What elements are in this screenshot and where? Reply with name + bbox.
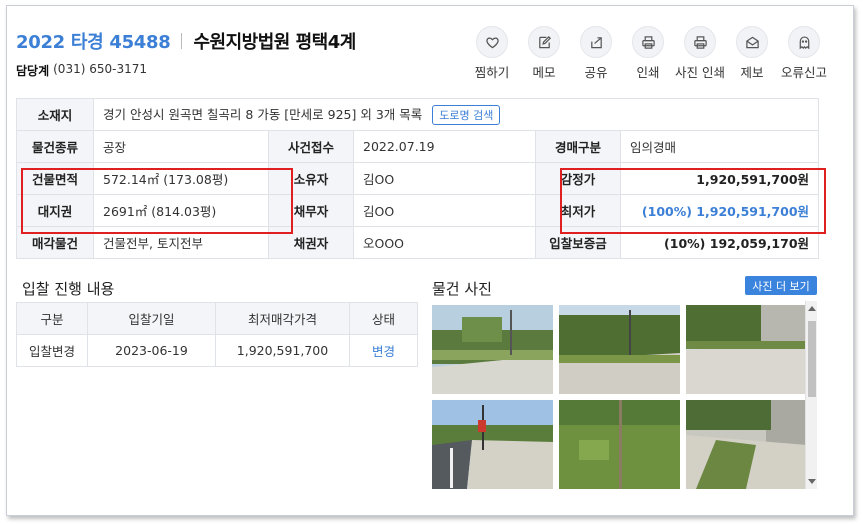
contact-info: 담당계 (031) 650-3171 (16, 62, 147, 79)
building-area-label: 건물면적 (16, 162, 94, 195)
scroll-down-arrow-icon[interactable] (808, 479, 816, 484)
share-icon (580, 26, 612, 58)
scrollbar-thumb[interactable] (808, 321, 816, 397)
report-label: 제보 (740, 65, 764, 80)
location-label: 소재지 (16, 98, 94, 131)
print-icon (632, 26, 664, 58)
owner-label: 소유자 (268, 162, 354, 195)
land-rights-value: 2691㎡ (814.03평) (93, 194, 269, 227)
heart-icon (476, 26, 508, 58)
table-row: 대지권 2691㎡ (814.03평) 채무자 김OO 최저가 (100%) 1… (16, 194, 820, 227)
col-header-status: 상태 (349, 302, 418, 335)
dept-label: 담당계 (16, 64, 50, 78)
table-header-row: 구분 입찰기일 최저매각가격 상태 (16, 302, 418, 335)
table-row: 매각물건 건물전부, 토지전부 채권자 오OOO 입찰보증금 (10%) 192… (16, 226, 820, 259)
appraisal-value: 1,920,591,700원 (619, 162, 820, 195)
auction-type-label: 경매구분 (535, 130, 621, 163)
court-name: 수원지방법원 평택4계 (193, 32, 356, 53)
case-header: 2022 타경 45488 수원지방법원 평택4계 (16, 28, 356, 54)
owner-value: 김OO (353, 162, 536, 195)
photo-scrollbar[interactable] (805, 301, 817, 489)
report-button[interactable]: 제보 (726, 26, 778, 81)
deposit-value: (10%) 192,059,170원 (619, 226, 820, 259)
deposit-label: 입찰보증금 (535, 226, 621, 259)
property-photo-1[interactable] (432, 305, 553, 394)
memo-label: 메모 (532, 65, 556, 80)
favorite-button[interactable]: 찜하기 (466, 26, 518, 81)
bid-date-cell: 2023-06-19 (87, 334, 216, 367)
bid-section-title: 입찰 진행 내용 (22, 280, 115, 298)
error-report-label: 오류신고 (780, 65, 827, 80)
case-number: 2022 타경 45488 (16, 32, 171, 53)
print-button[interactable]: 인쇄 (622, 26, 674, 81)
sale-item-value: 건물전부, 토지전부 (93, 226, 269, 259)
bid-price-cell: 1,920,591,700 (215, 334, 350, 367)
favorite-label: 찜하기 (474, 65, 510, 80)
property-photo-6[interactable] (686, 400, 807, 489)
col-header-min-price: 최저매각가격 (215, 302, 350, 335)
more-photos-button[interactable]: 사진 더 보기 (745, 276, 817, 295)
report-icon (736, 26, 768, 58)
min-price-label: 최저가 (535, 194, 621, 227)
col-header-type: 구분 (16, 302, 88, 335)
memo-icon (528, 26, 560, 58)
print-label: 인쇄 (636, 65, 660, 80)
debtor-label: 채무자 (268, 194, 354, 227)
min-price-value: (100%) 1,920,591,700원 (619, 194, 820, 227)
photo-print-button[interactable]: 사진 인쇄 (674, 26, 726, 81)
phone-number: (031) 650-3171 (53, 62, 147, 76)
case-received-value: 2022.07.19 (353, 130, 536, 163)
col-header-date: 입찰기일 (87, 302, 216, 335)
table-row: 건물면적 572.14㎡ (173.08평) 소유자 김OO 감정가 1,920… (16, 162, 820, 195)
type-label: 물건종류 (16, 130, 94, 163)
property-info-table: 소재지 경기 안성시 원곡면 칠곡리 8 가동 [만세로 925] 외 3개 목… (16, 98, 820, 259)
photo-section-title: 물건 사진 (432, 280, 492, 298)
bid-progress-table: 구분 입찰기일 최저매각가격 상태 입찰변경 2023-06-19 1,920,… (16, 302, 418, 367)
property-photo-5[interactable] (559, 400, 680, 489)
bid-status-link[interactable]: 변경 (349, 334, 418, 367)
case-received-label: 사건접수 (268, 130, 354, 163)
error-report-button[interactable]: 오류신고 (778, 26, 830, 81)
table-row: 입찰변경 2023-06-19 1,920,591,700 변경 (16, 334, 418, 367)
road-search-button[interactable]: 도로명 검색 (432, 105, 501, 126)
auction-type-value: 임의경매 (619, 130, 820, 163)
land-rights-label: 대지권 (16, 194, 94, 227)
appraisal-label: 감정가 (535, 162, 621, 195)
creditor-label: 채권자 (268, 226, 354, 259)
sale-item-label: 매각물건 (16, 226, 94, 259)
type-value: 공장 (93, 130, 269, 163)
action-toolbar: 찜하기 메모 공유 인쇄 사진 인쇄 제보 오류신고 (466, 26, 830, 81)
memo-button[interactable]: 메모 (518, 26, 570, 81)
share-label: 공유 (584, 65, 608, 80)
location-value: 경기 안성시 원곡면 칠곡리 8 가동 [만세로 925] 외 3개 목록 (103, 106, 423, 122)
property-photo-4[interactable] (432, 400, 553, 489)
share-button[interactable]: 공유 (570, 26, 622, 81)
table-row: 물건종류 공장 사건접수 2022.07.19 경매구분 임의경매 (16, 130, 820, 163)
building-area-value: 572.14㎡ (173.08평) (93, 162, 269, 195)
location-cell: 경기 안성시 원곡면 칠곡리 8 가동 [만세로 925] 외 3개 목록 도로… (92, 98, 820, 131)
photo-print-icon (684, 26, 716, 58)
property-photo-3[interactable] (686, 305, 807, 394)
photo-print-label: 사진 인쇄 (675, 65, 725, 80)
debtor-value: 김OO (353, 194, 536, 227)
bid-type-cell: 입찰변경 (16, 334, 88, 367)
photo-gallery (425, 301, 817, 489)
property-photo-2[interactable] (559, 305, 680, 394)
error-report-icon (788, 26, 820, 58)
table-row: 소재지 경기 안성시 원곡면 칠곡리 8 가동 [만세로 925] 외 3개 목… (16, 98, 820, 131)
creditor-value: 오OOO (353, 226, 536, 259)
header-divider (181, 33, 183, 49)
scroll-up-arrow-icon[interactable] (808, 306, 816, 311)
